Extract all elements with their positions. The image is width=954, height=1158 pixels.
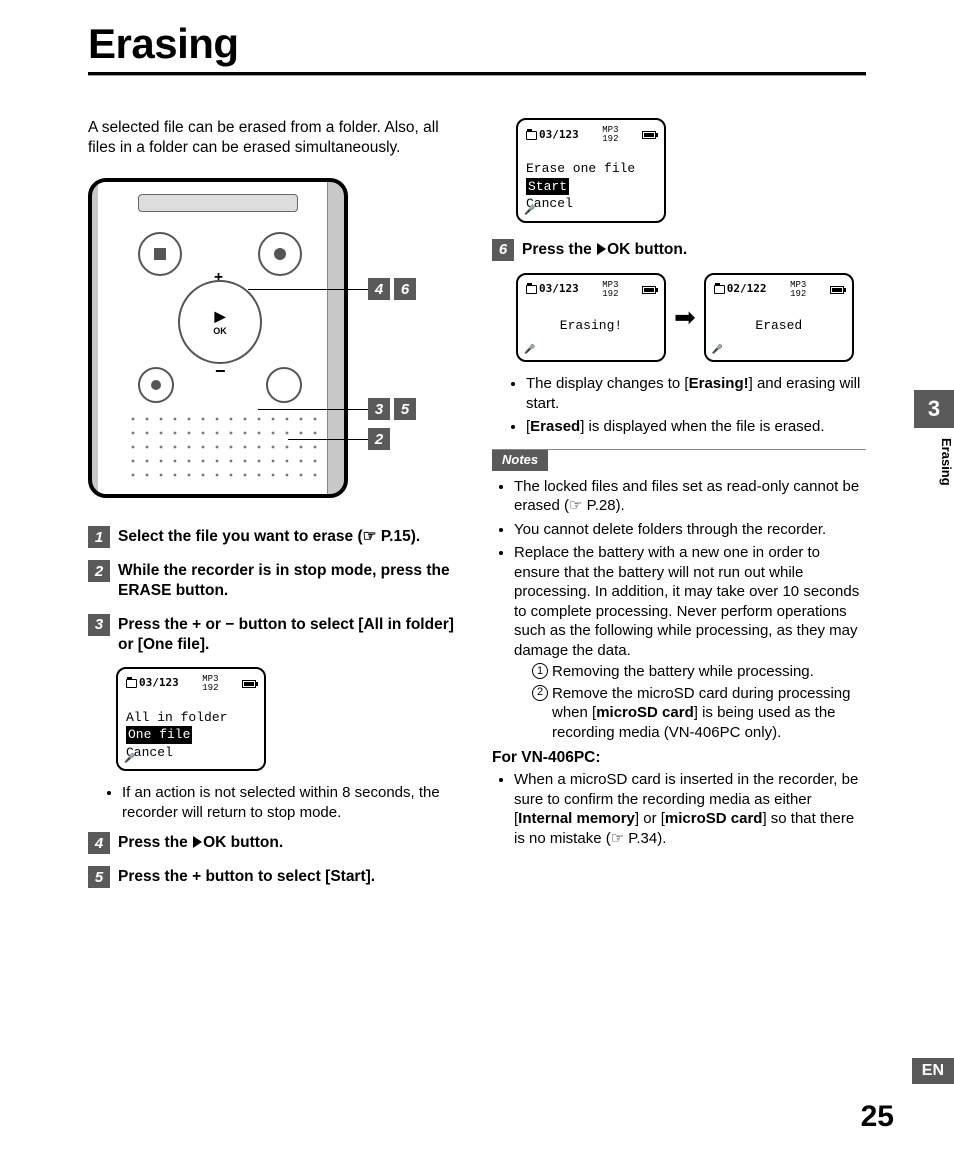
mic-icon: 🎤 bbox=[524, 205, 535, 217]
mic-icon: 🎤 bbox=[124, 753, 135, 765]
lcd-erasing-sequence: 03/123 MP3192 Erasing! 🎤 ➡ 02/122 MP3192… bbox=[516, 273, 866, 363]
side-tab: 3 Erasing bbox=[914, 390, 954, 486]
note-item: The locked files and files set as read-o… bbox=[514, 477, 866, 516]
lcd-screen-start: 03/123 MP3192 Erase one file Start Cance… bbox=[516, 118, 666, 223]
circled-2-icon: 2 bbox=[532, 685, 548, 701]
chapter-label: Erasing bbox=[914, 438, 954, 486]
circled-1-icon: 1 bbox=[532, 663, 548, 679]
step-3-note-list: If an action is not selected within 8 se… bbox=[122, 783, 462, 822]
step-4: 4 Press the OK button. bbox=[88, 832, 462, 854]
stop-button-icon bbox=[138, 232, 182, 276]
left-column: A selected file can be erased from a fol… bbox=[88, 118, 462, 900]
aux-button-1-icon bbox=[138, 367, 174, 403]
step-3: 3 Press the + or − button to select [All… bbox=[88, 614, 462, 655]
step-5: 5 Press the + button to select [Start]. bbox=[88, 866, 462, 888]
page-number: 25 bbox=[861, 1100, 894, 1134]
callout-2: 2 bbox=[368, 428, 390, 450]
lcd-screen-erased: 02/122 MP3192 Erased 🎤 bbox=[704, 273, 854, 363]
lcd-screen-select: 03/123 MP3192 All in folder One file Can… bbox=[116, 667, 266, 772]
notes-badge: Notes bbox=[492, 450, 548, 471]
device-diagram-wrap: + ▶ OK − 4 6 3 bbox=[88, 178, 428, 498]
minus-icon: − bbox=[215, 360, 226, 383]
right-column: 03/123 MP3192 Erase one file Start Cance… bbox=[492, 118, 866, 900]
aux-button-2-icon bbox=[266, 367, 302, 403]
result-bullets: The display changes to [Erasing!] and er… bbox=[526, 374, 866, 437]
device-diagram: + ▶ OK − bbox=[88, 178, 348, 498]
note-item: You cannot delete folders through the re… bbox=[514, 520, 866, 540]
chapter-number: 3 bbox=[914, 390, 954, 428]
play-icon bbox=[597, 243, 606, 255]
record-button-icon bbox=[258, 232, 302, 276]
step-2: 2 While the recorder is in stop mode, pr… bbox=[88, 560, 462, 601]
speaker-grille bbox=[126, 412, 317, 486]
note-item: Replace the battery with a new one in or… bbox=[514, 543, 866, 742]
arrow-right-icon: ➡ bbox=[674, 301, 696, 335]
lcd-screen-erasing: 03/123 MP3192 Erasing! 🎤 bbox=[516, 273, 666, 363]
notes-section: Notes The locked files and files set as … bbox=[492, 449, 866, 849]
mic-icon: 🎤 bbox=[712, 344, 723, 356]
language-badge: EN bbox=[912, 1058, 954, 1084]
for-model-heading: For VN-406PC: bbox=[492, 748, 866, 768]
intro-text: A selected file can be erased from a fol… bbox=[88, 118, 462, 158]
play-icon bbox=[193, 836, 202, 848]
nav-ok-button-icon: ▶ OK bbox=[178, 280, 262, 364]
mic-icon: 🎤 bbox=[524, 344, 535, 356]
step-6: 6 Press the OK button. bbox=[492, 239, 866, 261]
note-item: When a microSD card is inserted in the r… bbox=[514, 770, 866, 848]
callout-3-5: 3 5 bbox=[368, 398, 416, 420]
step-1: 1 Select the file you want to erase (☞ P… bbox=[88, 526, 462, 548]
callout-4-6: 4 6 bbox=[368, 278, 416, 300]
page-title: Erasing bbox=[0, 0, 954, 72]
